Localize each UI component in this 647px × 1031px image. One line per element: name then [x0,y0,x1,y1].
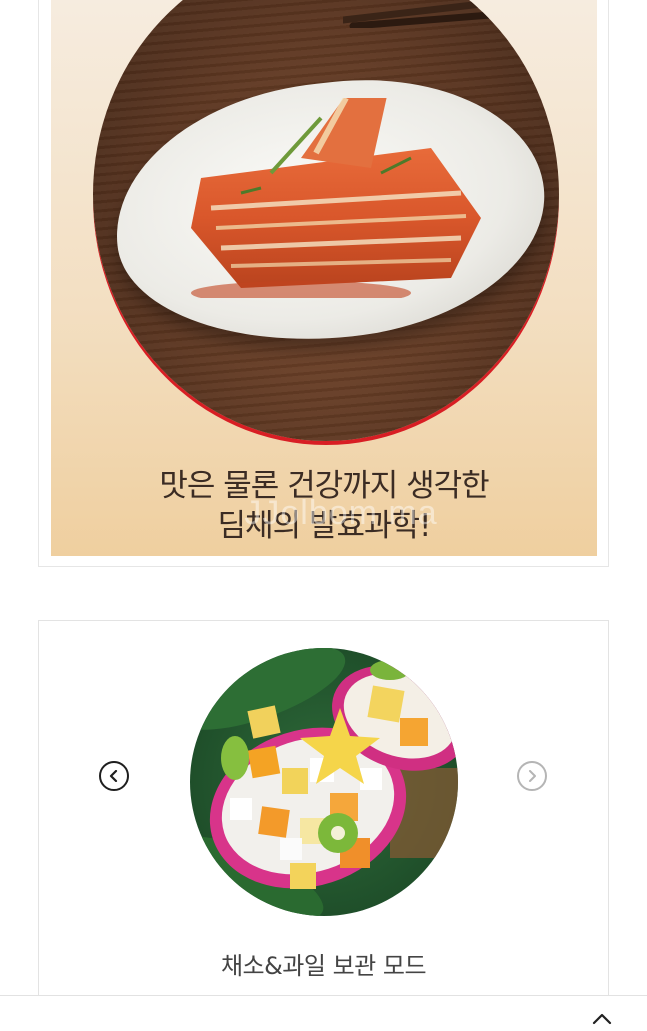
kimchi-illustration [191,98,481,298]
banner-headline-line2: 딤채의 발효과학! [217,508,432,544]
kimchi-banner-image: 맛은 물론 건강까지 생각한 딤채의 발효과학! JJolbom ma [51,0,597,556]
storage-mode-slider-card: 채소&과일 보관 모드 [38,620,609,1000]
kimchi-banner-card: 맛은 물론 건강까지 생각한 딤채의 발효과학! JJolbom ma [38,0,609,567]
scroll-top-icon[interactable] [588,1011,616,1027]
banner-headline: 맛은 물론 건강까지 생각한 딤채의 발효과학! [51,466,597,546]
chopsticks-illustration [343,0,559,28]
banner-headline-line1: 맛은 물론 건강까지 생각한 [159,468,489,504]
bottom-bar [0,995,647,1025]
chevron-right-circle-icon[interactable] [517,761,547,791]
fruit-salad-photo [190,648,458,916]
kimchi-photo [93,0,559,441]
storage-mode-label: 채소&과일 보관 모드 [220,952,427,980]
chevron-left-circle-icon[interactable] [99,761,129,791]
